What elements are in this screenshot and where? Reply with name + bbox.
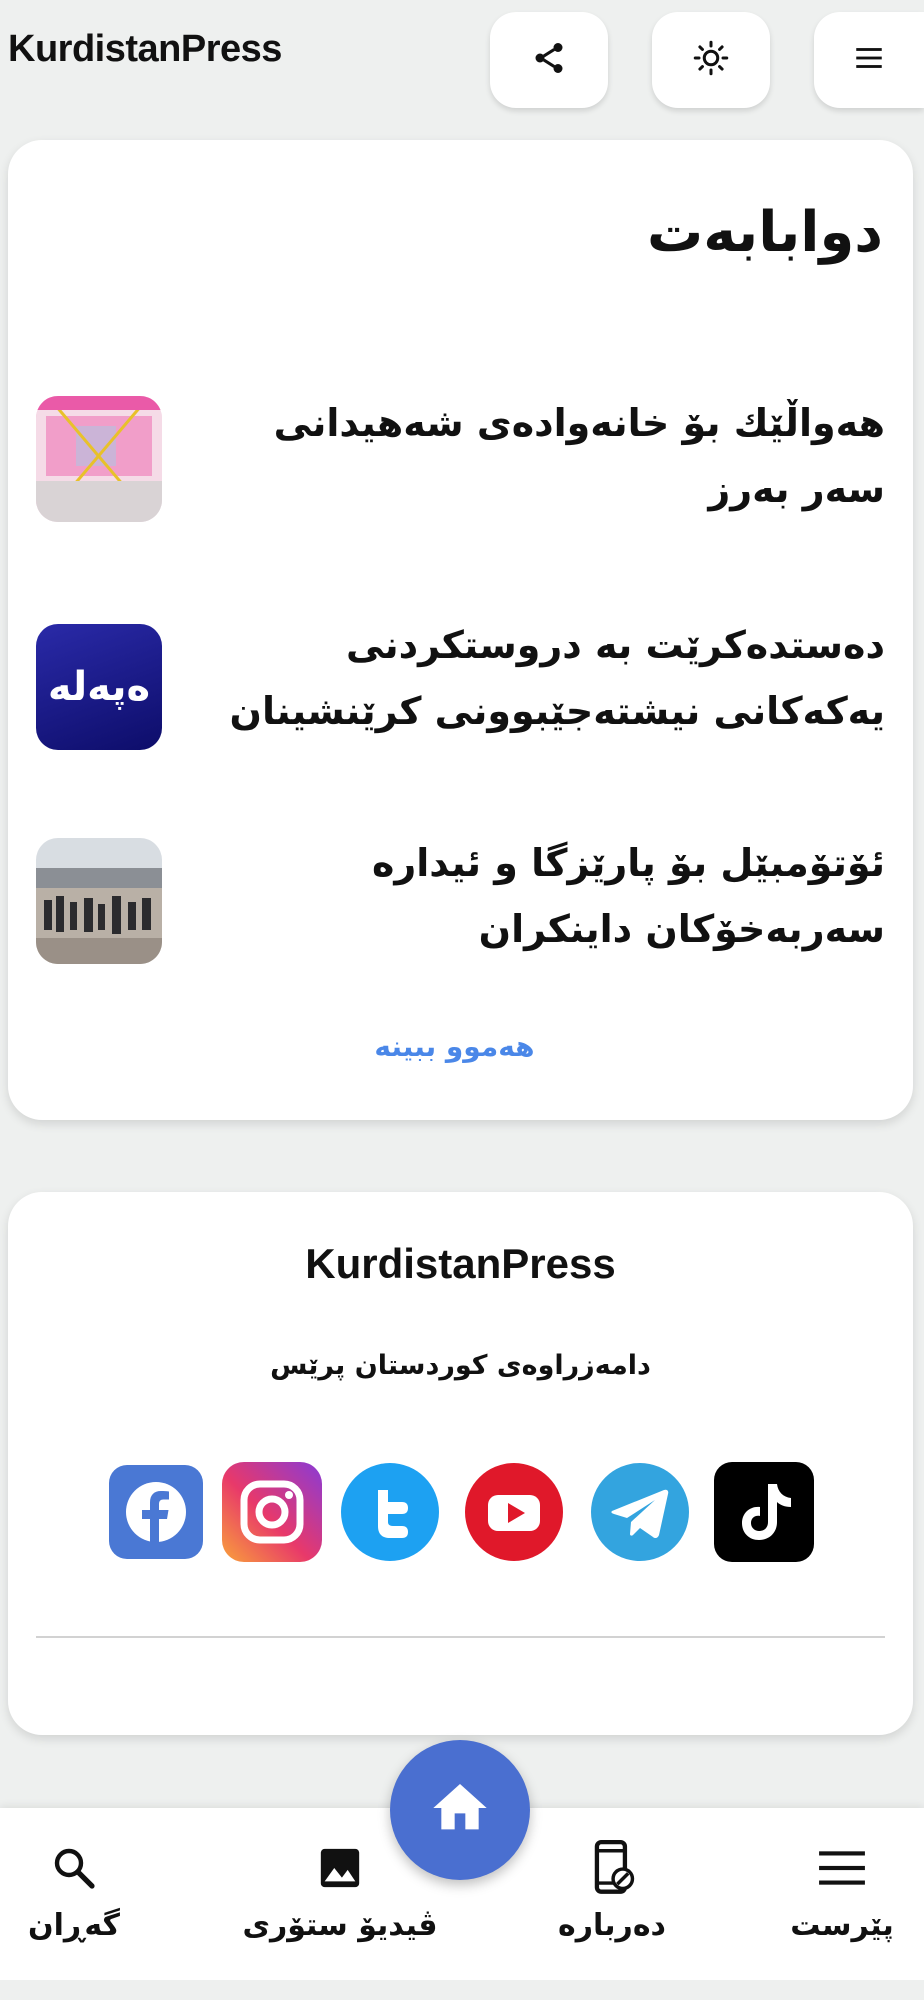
share-button[interactable] <box>490 12 608 108</box>
youtube-link[interactable] <box>464 1462 564 1562</box>
news-title[interactable]: هەواڵێك بۆ خانەوادەی شەهیدانی سەر بەرز <box>195 390 885 522</box>
telegram-link[interactable] <box>590 1462 690 1562</box>
instagram-icon <box>222 1462 322 1562</box>
news-thumbnail[interactable]: ەپەلە <box>36 624 162 750</box>
news-thumbnail[interactable] <box>36 396 162 522</box>
footer-divider <box>36 1636 885 1638</box>
menu-icon <box>817 1840 867 1896</box>
news-item[interactable]: دەستدەکرێت بە دروستکردنی یەکەکانی نیشتەج… <box>36 610 885 750</box>
app-title: KurdistanPress <box>8 28 282 70</box>
latest-news-card: دوابابەت هەواڵێك بۆ خانەوادەی شەهیدانی س… <box>8 140 913 1120</box>
see-all-link[interactable]: هەموو ببینە <box>2 1030 907 1063</box>
home-button[interactable] <box>390 1740 530 1880</box>
home-icon <box>428 1776 492 1844</box>
menu-button[interactable] <box>814 12 924 108</box>
footer-description: دامەزراوەی کوردستان پرێس <box>270 1350 651 1381</box>
instagram-link[interactable] <box>222 1462 322 1562</box>
image-icon <box>317 1840 363 1896</box>
news-thumbnail[interactable] <box>36 838 162 964</box>
thumbnail-logo: ەپەلە <box>47 664 151 710</box>
facebook-icon <box>109 1465 203 1559</box>
twitter-icon <box>341 1463 439 1561</box>
decorated-room-image <box>36 396 162 522</box>
twitter-link[interactable] <box>340 1462 440 1562</box>
search-icon <box>50 1840 98 1896</box>
nav-item-search[interactable]: گەڕان <box>0 1808 184 1980</box>
telegram-icon <box>591 1463 689 1561</box>
news-title[interactable]: دەستدەکرێت بە دروستکردنی یەکەکانی نیشتەج… <box>195 612 885 744</box>
news-item[interactable]: ئۆتۆمبێل بۆ پارێزگا و ئیدارە سەربەخۆکان … <box>36 828 885 968</box>
nav-label-index[interactable]: پێرست <box>790 1908 893 1943</box>
theme-toggle-button[interactable] <box>652 12 770 108</box>
nav-label-about[interactable]: دەربارە <box>558 1908 666 1943</box>
share-icon <box>531 40 567 80</box>
hamburger-menu-icon <box>852 41 886 79</box>
nav-item-index[interactable]: پێرست <box>732 1808 924 1980</box>
tiktok-link[interactable] <box>714 1462 814 1562</box>
news-title[interactable]: ئۆتۆمبێل بۆ پارێزگا و ئیدارە سەربەخۆکان … <box>195 830 885 962</box>
sun-icon <box>693 40 729 80</box>
tiktok-icon <box>714 1462 814 1562</box>
footer-card: KurdistanPress دامەزراوەی کوردستان پرێس <box>8 1192 913 1735</box>
footer-brand: KurdistanPress <box>305 1240 616 1287</box>
nav-label-video-story[interactable]: ڤیدیۆ ستۆری <box>242 1908 437 1943</box>
youtube-icon <box>465 1463 563 1561</box>
news-item[interactable]: هەواڵێك بۆ خانەوادەی شەهیدانی سەر بەرز <box>36 388 885 528</box>
see-all-label[interactable]: هەموو ببینە <box>374 1030 534 1063</box>
facebook-link[interactable] <box>106 1462 206 1562</box>
nav-item-about[interactable]: دەربارە <box>502 1808 722 1980</box>
section-title: دوابابەت <box>646 200 883 265</box>
phone-info-icon <box>589 1840 635 1896</box>
nav-label-search[interactable]: گەڕان <box>28 1908 120 1943</box>
bottom-strip <box>0 1980 924 2000</box>
crowd-photo-image <box>36 838 162 964</box>
